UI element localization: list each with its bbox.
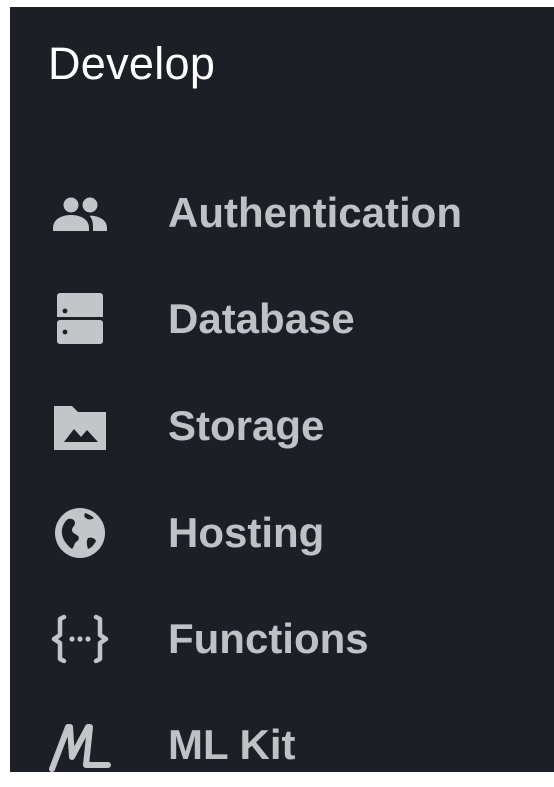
database-icon <box>48 287 112 351</box>
nav-item-hosting[interactable]: Hosting <box>10 493 554 573</box>
nav-item-authentication[interactable]: Authentication <box>10 173 554 253</box>
nav-item-storage[interactable]: Storage <box>10 386 554 466</box>
people-icon <box>48 181 112 245</box>
nav-item-label: Database <box>168 295 355 342</box>
ml-kit-icon <box>48 713 112 777</box>
nav-item-label: Storage <box>168 402 325 449</box>
develop-nav-panel: Develop Authentication Database Storage … <box>10 7 554 772</box>
nav-item-functions[interactable]: Functions <box>10 599 554 679</box>
globe-icon <box>48 501 112 565</box>
section-title: Develop <box>48 38 216 89</box>
nav-item-label: Hosting <box>168 509 325 556</box>
nav-item-ml-kit[interactable]: ML Kit <box>10 705 554 785</box>
nav-item-label: Authentication <box>168 189 462 236</box>
functions-icon <box>48 607 112 671</box>
nav-item-label: ML Kit <box>168 721 296 768</box>
image-folder-icon <box>48 394 112 458</box>
nav-item-label: Functions <box>168 615 369 662</box>
nav-item-database[interactable]: Database <box>10 279 554 359</box>
